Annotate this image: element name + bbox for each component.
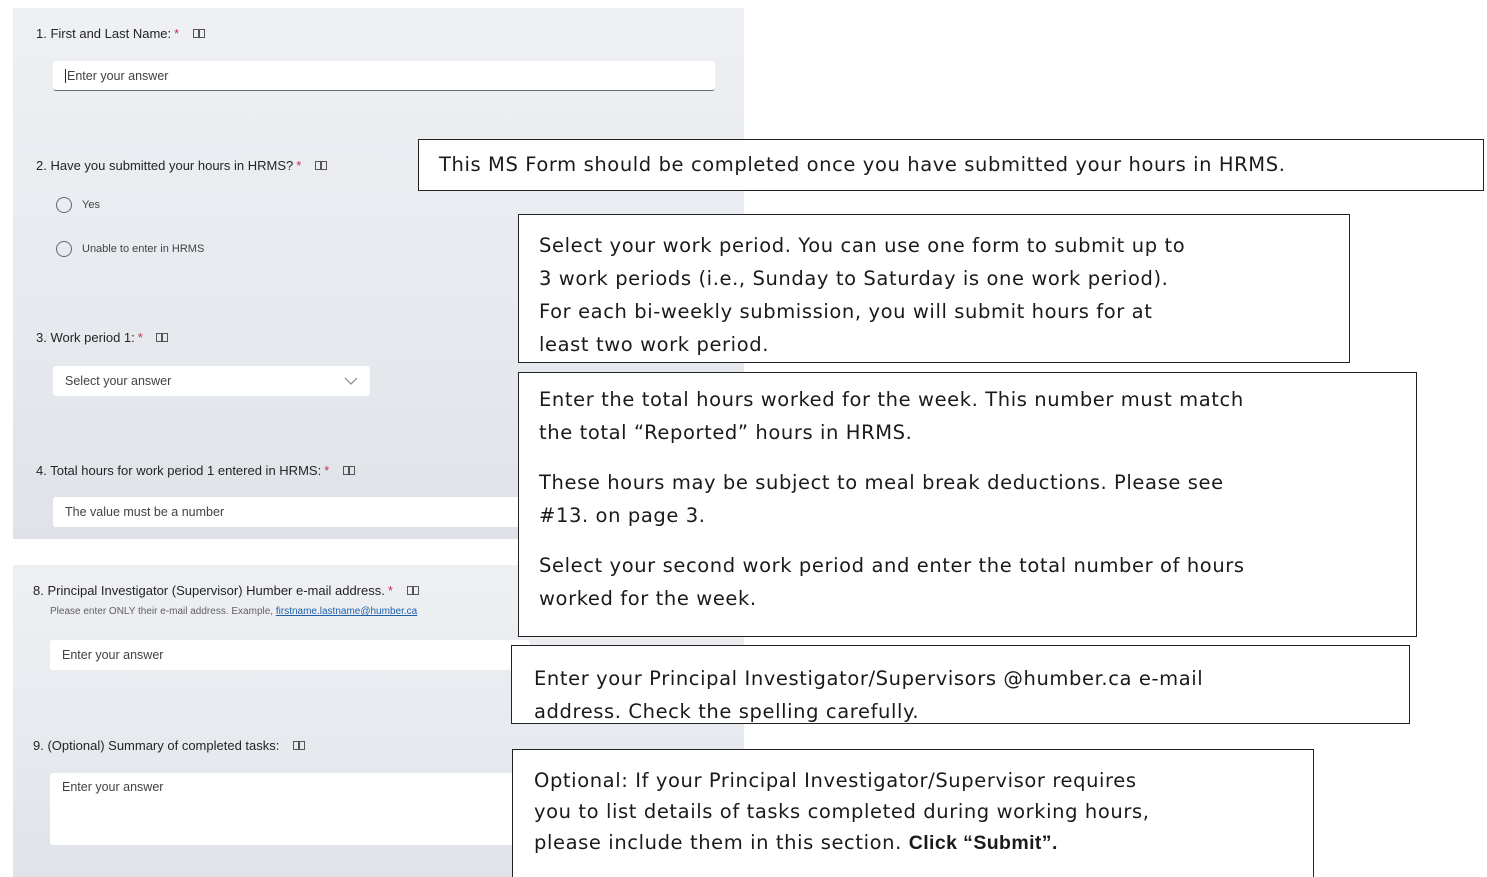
name-input[interactable]: Enter your answer bbox=[53, 61, 715, 91]
submit-instruction: Click “Submit”. bbox=[908, 832, 1058, 854]
radio-option-unable[interactable]: Unable to enter in HRMS bbox=[56, 241, 204, 257]
question-2-title: 2. Have you submitted your hours in HRMS… bbox=[36, 158, 327, 173]
immersive-reader-icon[interactable] bbox=[314, 161, 327, 171]
question-9-title: 9. (Optional) Summary of completed tasks… bbox=[33, 738, 305, 753]
radio-option-yes[interactable]: Yes bbox=[56, 197, 100, 213]
work-period-1-dropdown[interactable]: Select your answer bbox=[53, 366, 370, 396]
callout-optional-summary: Optional: If your Principal Investigator… bbox=[512, 749, 1314, 877]
summary-textarea[interactable]: Enter your answer bbox=[50, 773, 530, 845]
radio-button[interactable] bbox=[56, 197, 72, 213]
supervisor-email-input[interactable]: Enter your answer bbox=[50, 640, 530, 670]
question-4-title: 4. Total hours for work period 1 entered… bbox=[36, 463, 355, 478]
callout-supervisor-email: Enter your Principal Investigator/Superv… bbox=[511, 645, 1410, 724]
callout-work-period: Select your work period. You can use one… bbox=[518, 214, 1350, 363]
immersive-reader-icon[interactable] bbox=[293, 741, 305, 751]
immersive-reader-icon[interactable] bbox=[406, 586, 419, 596]
text-caret bbox=[65, 68, 66, 83]
question-8-hint: Please enter ONLY their e-mail address. … bbox=[50, 606, 418, 617]
callout-total-hours: Enter the total hours worked for the wee… bbox=[518, 372, 1417, 637]
chevron-down-icon bbox=[344, 377, 358, 385]
question-8-title: 8. Principal Investigator (Supervisor) H… bbox=[33, 583, 419, 598]
immersive-reader-icon[interactable] bbox=[342, 466, 355, 476]
question-1-title: 1. First and Last Name: * bbox=[36, 26, 205, 41]
example-email-link[interactable]: firstname.lastname@humber.ca bbox=[276, 606, 417, 617]
hours-input[interactable]: The value must be a number bbox=[53, 497, 533, 527]
radio-button[interactable] bbox=[56, 241, 72, 257]
question-3-title: 3. Work period 1: * bbox=[36, 330, 169, 345]
immersive-reader-icon[interactable] bbox=[156, 333, 169, 343]
immersive-reader-icon[interactable] bbox=[192, 29, 205, 39]
callout-completion-note: This MS Form should be completed once yo… bbox=[418, 139, 1484, 191]
